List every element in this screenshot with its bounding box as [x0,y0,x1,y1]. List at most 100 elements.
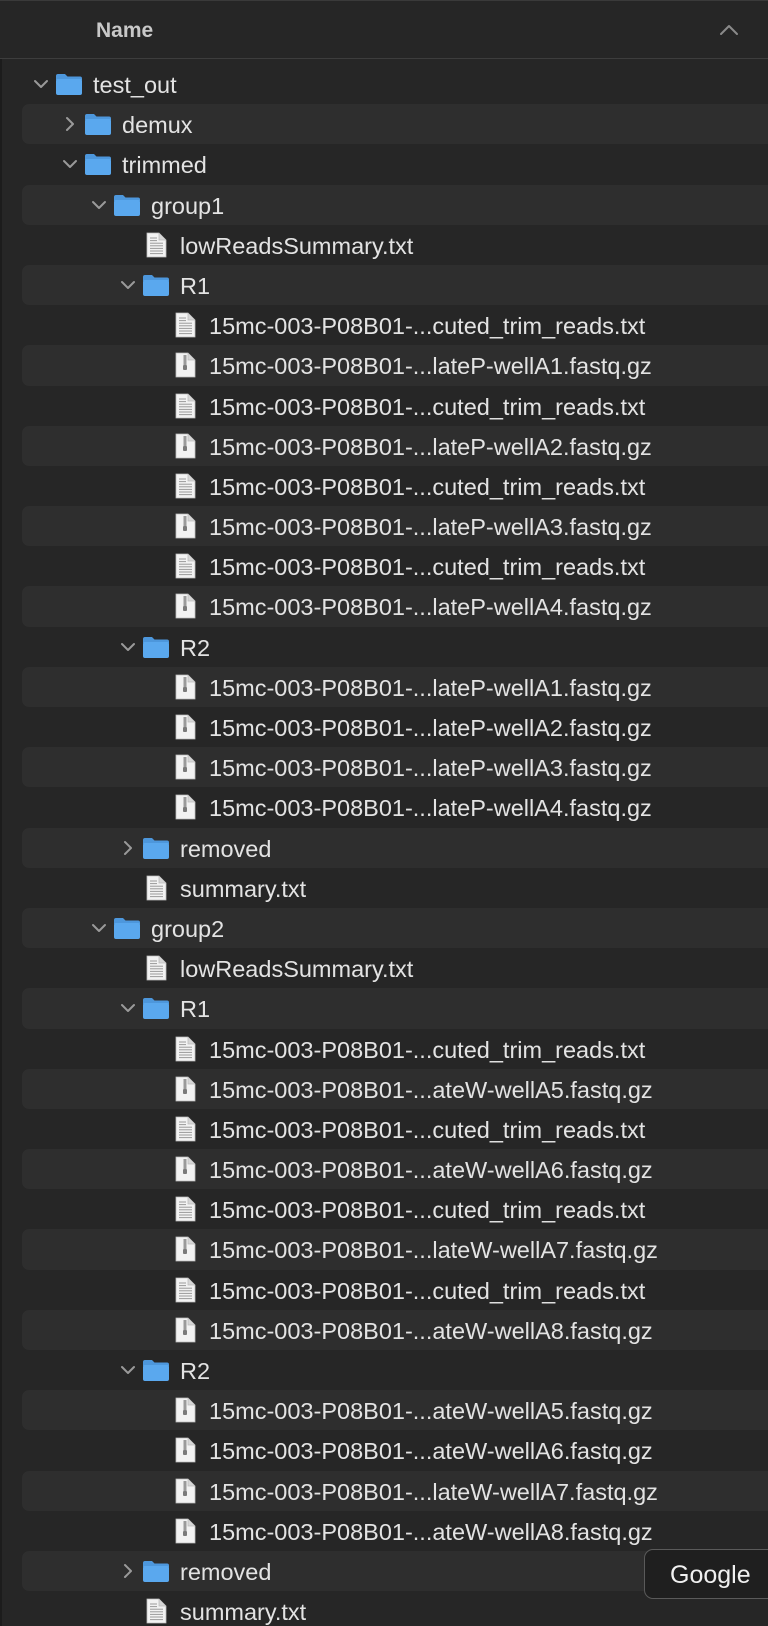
text-file-icon [175,1036,196,1061]
name-column-label[interactable]: Name [96,19,153,43]
archive-file-icon [175,794,196,820]
file-name: 15mc-003-P08B01-...lateP-wellA4.fastq.gz [209,594,652,621]
file-name: 15mc-003-P08B01-...lateW-wellA7.fastq.gz [209,1237,658,1264]
file-row[interactable]: 15mc-003-P08B01-...lateP-wellA4.fastq.gz [22,586,768,627]
file-name: 15mc-003-P08B01-...ateW-wellA8.fastq.gz [209,1518,653,1545]
folder-row[interactable]: R2 [22,627,768,667]
archive-file-icon [175,754,196,780]
file-name: 15mc-003-P08B01-...lateP-wellA2.fastq.gz [209,715,652,741]
folder-name: test_out [93,72,177,98]
archive-file-icon [175,1397,196,1423]
archive-file-icon [175,1518,196,1544]
file-name: lowReadsSummary.txt [180,956,414,983]
text-file-icon [175,553,196,579]
folder-row[interactable]: removed [22,827,768,868]
folder-name: removed [180,835,272,862]
chevron-right-icon[interactable] [61,115,79,133]
folder-name: demux [122,112,193,139]
chevron-down-icon[interactable] [32,75,50,93]
file-row[interactable]: 15mc-003-P08B01-...cuted_trim_reads.txt [22,386,768,426]
column-header[interactable]: Name [0,1,768,59]
file-name: summary.txt [180,875,307,902]
text-file-icon [146,875,167,901]
chevron-down-icon[interactable] [119,1361,137,1379]
file-row[interactable]: 15mc-003-P08B01-...lateP-wellA4.fastq.gz [22,787,768,827]
file-row[interactable]: 15mc-003-P08B01-...cuted_trim_reads.txt [22,1029,768,1069]
file-row[interactable]: 15mc-003-P08B01-...cuted_trim_reads.txt [22,1270,768,1310]
text-file-icon [175,473,196,499]
text-file-icon [175,1196,196,1222]
file-row[interactable]: summary.txt [22,868,768,908]
folder-icon [143,636,169,658]
chevron-down-icon[interactable] [119,999,137,1017]
file-row[interactable]: 15mc-003-P08B01-...lateW-wellA7.fastq.gz [22,1229,768,1270]
file-name: 15mc-003-P08B01-...lateW-wellA7.fastq.gz [209,1478,658,1505]
file-row[interactable]: 15mc-003-P08B01-...lateP-wellA3.fastq.gz [22,747,768,788]
file-name: 15mc-003-P08B01-...cuted_trim_reads.txt [209,1116,646,1143]
file-name: 15mc-003-P08B01-...cuted_trim_reads.txt [209,393,646,420]
chevron-down-icon[interactable] [119,276,137,294]
file-name: summary.txt [180,1599,307,1626]
file-name: 15mc-003-P08B01-...cuted_trim_reads.txt [209,473,646,500]
folder-row[interactable]: R2 [22,1350,768,1390]
archive-file-icon [175,1478,196,1503]
folder-name: trimmed [122,152,207,179]
folder-icon [143,1560,169,1582]
file-row[interactable]: 15mc-003-P08B01-...cuted_trim_reads.txt [22,546,768,586]
file-row[interactable]: 15mc-003-P08B01-...cuted_trim_reads.txt [22,1189,768,1229]
archive-file-icon [175,1317,196,1343]
chevron-down-icon[interactable] [90,196,108,214]
file-name: 15mc-003-P08B01-...lateP-wellA4.fastq.gz [209,795,652,822]
folder-row[interactable]: R1 [22,264,768,306]
file-row[interactable]: lowReadsSummary.txt [22,225,768,265]
file-row[interactable]: 15mc-003-P08B01-...ateW-wellA8.fastq.gz [22,1511,768,1551]
file-row[interactable]: 15mc-003-P08B01-...ateW-wellA8.fastq.gz [22,1309,768,1350]
file-name: 15mc-003-P08B01-...ateW-wellA6.fastq.gz [209,1438,653,1465]
file-row[interactable]: 15mc-003-P08B01-...ateW-wellA6.fastq.gz [22,1149,768,1190]
file-name: 15mc-003-P08B01-...lateP-wellA3.fastq.gz [209,514,652,541]
chevron-down-icon[interactable] [61,155,79,173]
folder-icon [56,74,82,95]
chevron-right-icon[interactable] [119,1562,137,1580]
folder-icon [143,998,169,1020]
file-row[interactable]: 15mc-003-P08B01-...ateW-wellA5.fastq.gz [22,1068,768,1109]
folder-name: R2 [180,634,211,661]
folder-row[interactable]: demux [22,104,768,145]
folder-name: group2 [151,915,225,942]
file-row[interactable]: lowReadsSummary.txt [22,948,768,988]
archive-file-icon [175,674,196,700]
archive-file-icon [175,594,196,619]
folder-icon [143,1360,169,1381]
file-name: 15mc-003-P08B01-...lateP-wellA1.fastq.gz [209,353,652,380]
file-row[interactable]: 15mc-003-P08B01-...lateP-wellA3.fastq.gz [22,506,768,547]
file-row[interactable]: 15mc-003-P08B01-...lateP-wellA1.fastq.gz [22,666,768,707]
folder-row[interactable]: group1 [22,184,768,225]
file-row[interactable]: 15mc-003-P08B01-...lateP-wellA2.fastq.gz [22,707,768,747]
text-file-icon [146,232,167,258]
file-name: 15mc-003-P08B01-...cuted_trim_reads.txt [209,1277,646,1304]
tooltip-text: Google [670,1561,751,1589]
archive-file-icon [175,1156,196,1182]
file-name: 15mc-003-P08B01-...cuted_trim_reads.txt [209,554,646,581]
archive-file-icon [175,352,196,378]
finder-list-view: Name test_out demux trimmed group1 lowReadsS… [0,0,768,1626]
file-row[interactable]: 15mc-003-P08B01-...lateW-wellA7.fastq.gz [22,1470,768,1511]
chevron-down-icon[interactable] [119,638,137,656]
file-row[interactable]: 15mc-003-P08B01-...ateW-wellA5.fastq.gz [22,1390,768,1431]
folder-row[interactable]: group2 [22,907,768,949]
folder-icon [114,194,140,216]
file-row[interactable]: 15mc-003-P08B01-...cuted_trim_reads.txt [22,305,768,345]
chevron-right-icon[interactable] [119,839,137,857]
file-row[interactable]: 15mc-003-P08B01-...lateP-wellA2.fastq.gz [22,425,768,466]
file-row[interactable]: 15mc-003-P08B01-...ateW-wellA6.fastq.gz [22,1430,768,1470]
folder-row[interactable]: test_out [22,64,768,104]
folder-row[interactable]: trimmed [22,144,768,184]
file-name: 15mc-003-P08B01-...lateP-wellA3.fastq.gz [209,755,652,782]
file-row[interactable]: 15mc-003-P08B01-...cuted_trim_reads.txt [22,1109,768,1149]
chevron-down-icon[interactable] [90,919,108,937]
file-row[interactable]: 15mc-003-P08B01-...lateP-wellA1.fastq.gz [22,345,768,386]
folder-row[interactable]: R1 [22,988,768,1029]
file-row[interactable]: 15mc-003-P08B01-...cuted_trim_reads.txt [22,466,768,506]
chevron-up-icon[interactable] [718,23,740,37]
file-name: 15mc-003-P08B01-...ateW-wellA5.fastq.gz [209,1398,653,1425]
